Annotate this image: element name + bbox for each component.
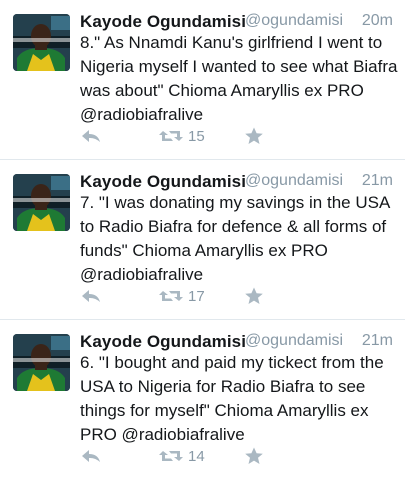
- star-icon: [245, 127, 263, 144]
- retweet-count: 15: [188, 127, 205, 145]
- avatar[interactable]: [13, 174, 70, 231]
- retweet-icon: [159, 291, 183, 301]
- favorite-button[interactable]: [244, 124, 264, 148]
- tweet-actions: 14: [80, 444, 380, 468]
- reply-button[interactable]: [80, 444, 102, 468]
- timestamp[interactable]: 21m: [362, 172, 393, 190]
- retweet-button[interactable]: 14: [158, 444, 205, 468]
- avatar-image: [13, 334, 70, 391]
- retweet-button[interactable]: 17: [158, 284, 205, 308]
- tweet-item[interactable]: Kayode Ogundamisi @ogundamisi 21m 6. "I …: [0, 320, 405, 481]
- author-handle[interactable]: @ogundamisi: [245, 12, 343, 30]
- favorite-button[interactable]: [244, 444, 264, 468]
- tweet-actions: 17: [80, 284, 380, 308]
- retweet-icon: [159, 451, 183, 461]
- avatar[interactable]: [13, 14, 70, 71]
- tweet-item[interactable]: Kayode Ogundamisi @ogundamisi 21m 7. "I …: [0, 160, 405, 320]
- author-handle[interactable]: @ogundamisi: [245, 172, 343, 190]
- avatar-image: [13, 14, 70, 71]
- tweet-text: 7. "I was donating my savings in the USA…: [80, 193, 390, 284]
- tweet-text: 6. "I bought and paid my tickect from th…: [80, 353, 384, 444]
- reply-icon: [82, 130, 100, 142]
- reply-button[interactable]: [80, 284, 102, 308]
- reply-icon: [82, 290, 100, 302]
- reply-icon: [82, 450, 100, 462]
- star-icon: [245, 447, 263, 464]
- timestamp[interactable]: 21m: [362, 332, 393, 350]
- timestamp[interactable]: 20m: [362, 12, 393, 30]
- avatar[interactable]: [13, 334, 70, 391]
- retweet-icon: [159, 131, 183, 141]
- star-icon: [245, 287, 263, 304]
- retweet-count: 17: [188, 287, 205, 305]
- avatar-image: [13, 174, 70, 231]
- author-handle[interactable]: @ogundamisi: [245, 332, 343, 350]
- reply-button[interactable]: [80, 124, 102, 148]
- favorite-button[interactable]: [244, 284, 264, 308]
- author-name[interactable]: Kayode Ogundamisi: [80, 172, 246, 192]
- author-name[interactable]: Kayode Ogundamisi: [80, 332, 246, 352]
- retweet-button[interactable]: 15: [158, 124, 205, 148]
- tweet-item[interactable]: Kayode Ogundamisi @ogundamisi 20m 8." As…: [0, 0, 405, 160]
- author-name[interactable]: Kayode Ogundamisi: [80, 12, 246, 32]
- tweet-actions: 15: [80, 124, 380, 148]
- tweet-timeline: Kayode Ogundamisi @ogundamisi 20m 8." As…: [0, 0, 405, 481]
- tweet-text: 8." As Nnamdi Kanu's girlfriend I went t…: [80, 33, 398, 124]
- retweet-count: 14: [188, 447, 205, 465]
